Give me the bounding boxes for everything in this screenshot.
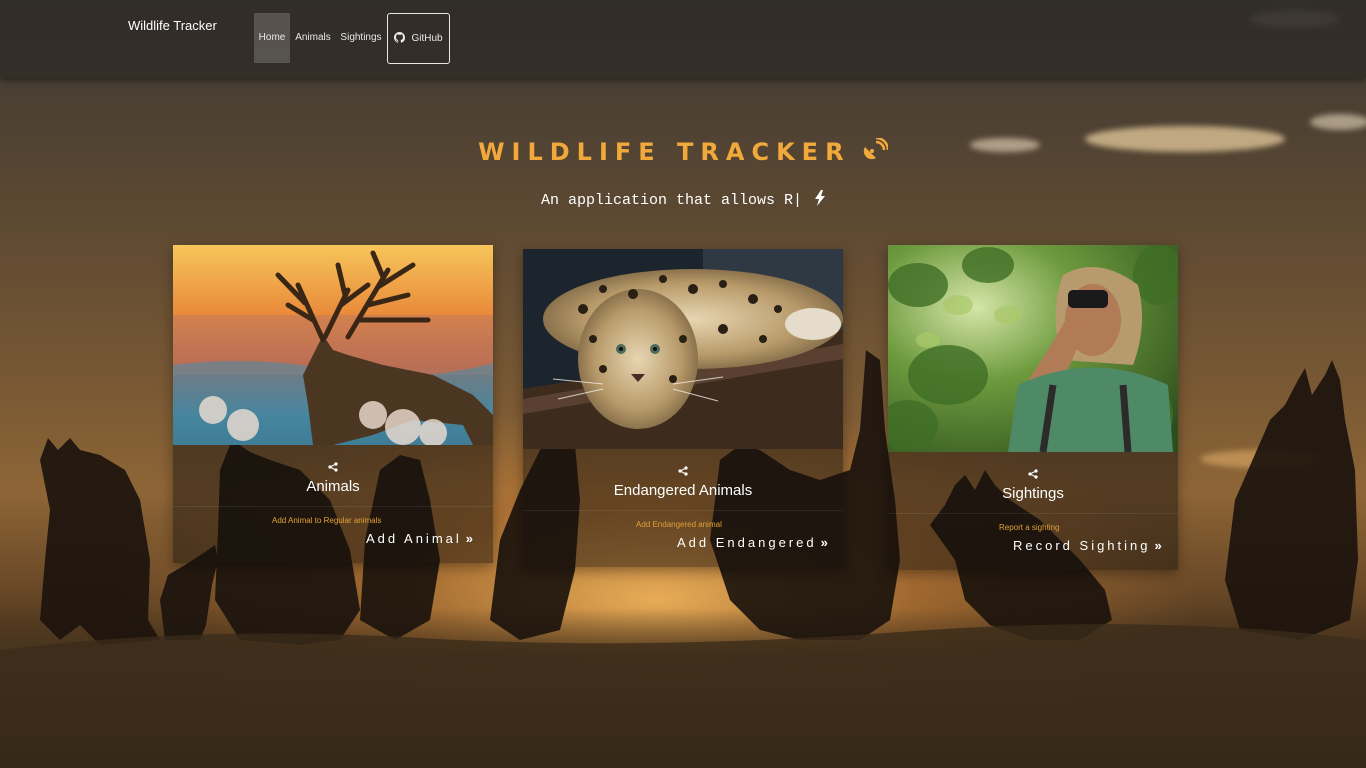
page-subtitle-text: An application that allows R| — [540, 192, 803, 209]
card-title: Endangered Animals — [613, 482, 753, 499]
card-divider — [888, 513, 1178, 514]
double-chevron-right-icon: » — [465, 531, 473, 546]
double-chevron-right-icon: » — [820, 535, 828, 550]
add-endangered-button[interactable]: Add Endangered» — [677, 535, 828, 550]
github-label: GitHub — [411, 33, 443, 44]
card-note: Add Animal to Regular animals — [272, 516, 382, 525]
birdwatcher-photo — [888, 245, 1178, 452]
endangered-animals-card: Endangered Animals Add Endangered animal… — [523, 249, 843, 567]
record-sighting-button[interactable]: Record Sighting» — [1013, 538, 1162, 553]
sightings-card: Sightings Report a sighting Record Sight… — [888, 245, 1178, 570]
add-endangered-label: Add Endangered — [677, 535, 817, 550]
card-title: Sightings — [1002, 485, 1064, 502]
card-note: Add Endangered animal — [636, 520, 722, 529]
card-divider — [523, 510, 843, 511]
deer-photo — [173, 245, 493, 445]
card-divider — [173, 506, 493, 507]
navbar: Wildlife Tracker Home Animals Sightings … — [0, 0, 1366, 78]
github-button[interactable]: GitHub — [387, 13, 450, 64]
share-icon[interactable] — [173, 459, 493, 477]
double-chevron-right-icon: » — [1154, 538, 1162, 553]
bolt-icon — [815, 190, 826, 211]
share-icon[interactable] — [888, 466, 1178, 484]
share-icon[interactable] — [523, 463, 843, 481]
add-animal-button[interactable]: Add Animal» — [366, 531, 473, 546]
github-icon — [394, 32, 406, 43]
animals-card: Animals Add Animal to Regular animals Ad… — [173, 245, 493, 563]
nav-item-animals[interactable]: Animals — [294, 13, 332, 63]
record-sighting-label: Record Sighting — [1013, 538, 1151, 553]
satellite-dish-icon — [862, 136, 890, 168]
card-note: Report a sighting — [999, 523, 1060, 532]
page-subtitle: An application that allows R| — [0, 190, 1366, 211]
nav-item-home[interactable]: Home — [254, 13, 290, 63]
page-title: WILDLIFE TRACKER — [0, 136, 1366, 168]
nav-item-sightings[interactable]: Sightings — [338, 13, 384, 63]
add-animal-label: Add Animal — [366, 531, 462, 546]
brand-logo-text[interactable]: Wildlife Tracker — [128, 18, 217, 33]
page-title-text: WILDLIFE TRACKER — [478, 138, 851, 166]
leopard-photo — [523, 249, 843, 449]
card-title: Animals — [306, 478, 360, 495]
